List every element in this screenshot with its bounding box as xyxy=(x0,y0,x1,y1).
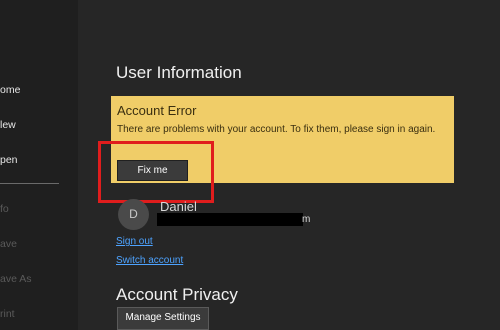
account-error-title: Account Error xyxy=(117,103,197,118)
backstage-sidebar: ome lew pen fo ave ave As rint xyxy=(0,0,78,330)
account-error-banner: Account Error There are problems with yo… xyxy=(111,96,454,183)
fix-me-button[interactable]: Fix me xyxy=(117,160,188,181)
avatar: D xyxy=(118,199,149,230)
sidebar-item-open[interactable]: pen xyxy=(0,154,18,166)
sidebar-item-home[interactable]: ome xyxy=(0,84,20,96)
switch-account-link[interactable]: Switch account xyxy=(116,255,183,266)
sidebar-item-new[interactable]: lew xyxy=(0,119,16,131)
user-information-heading: User Information xyxy=(116,63,242,82)
account-error-message: There are problems with your account. To… xyxy=(117,124,436,135)
user-email-tail: m xyxy=(302,214,311,225)
sidebar-item-save-as[interactable]: ave As xyxy=(0,273,32,285)
sign-out-link[interactable]: Sign out xyxy=(116,236,153,247)
account-privacy-heading: Account Privacy xyxy=(116,285,238,304)
sidebar-divider xyxy=(0,183,59,184)
manage-settings-button[interactable]: Manage Settings xyxy=(117,307,209,330)
sidebar-item-save[interactable]: ave xyxy=(0,238,17,250)
redacted-email xyxy=(157,213,303,226)
sidebar-item-print[interactable]: rint xyxy=(0,308,15,320)
user-name: Daniel xyxy=(160,199,197,214)
sidebar-item-info[interactable]: fo xyxy=(0,203,9,215)
